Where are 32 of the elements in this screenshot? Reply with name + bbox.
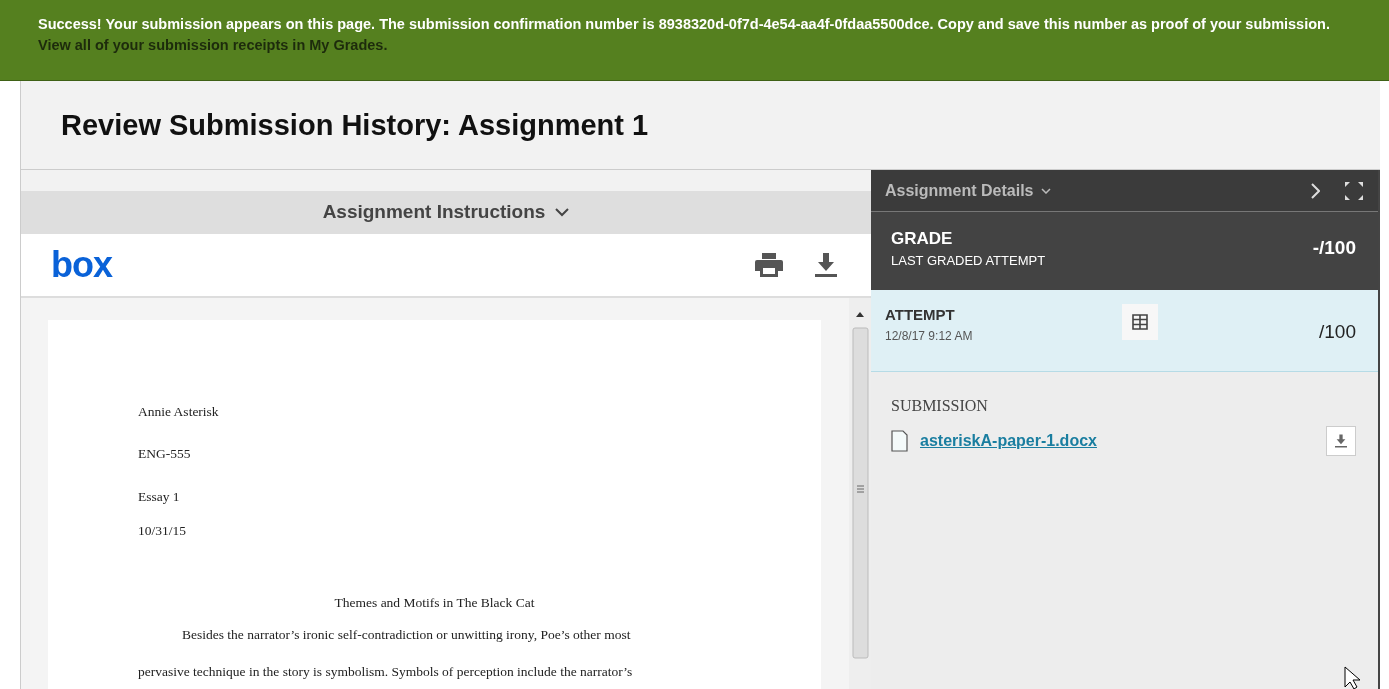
grid-icon — [1132, 314, 1149, 330]
page-title: Review Submission History: Assignment 1 — [61, 107, 649, 143]
document-line: Besides the narrator’s ironic self-contradiction or unwitting irony, Poe’s other most — [181, 626, 632, 645]
box-logo: box — [51, 247, 112, 283]
document-line: Essay 1 — [138, 487, 181, 506]
attempt-row[interactable]: ATTEMPT 12/8/17 9:12 AM /100 — [871, 290, 1378, 372]
grade-label: GRADE — [891, 227, 954, 250]
chevron-down-icon — [1041, 187, 1052, 194]
download-icon — [815, 253, 837, 278]
document-line: 10/31/15 — [138, 521, 187, 540]
file-icon — [891, 430, 908, 452]
print-icon — [755, 253, 783, 278]
grade-value: -/100 — [1312, 235, 1356, 260]
document-line: ENG-555 — [138, 445, 192, 464]
document-line: pervasive technique in the story is symbolism. Symbols of perception include the narrator’s — [138, 662, 634, 681]
chevron-right-icon[interactable] — [1310, 182, 1320, 199]
document-heading: Themes and Motifs in The Black Cat — [333, 594, 536, 612]
success-message: Success! Your submission appears on this page. The submission confirmation number is 8938320d-0f7d-4e54-aa4f-0fdaa5500dce. Copy and save this number as proof of your submission. View all of your submission receipts in My Grades. — [38, 16, 1330, 53]
document-line: Annie Asterisk — [138, 403, 220, 421]
expand-icon[interactable] — [1344, 180, 1364, 201]
attempt-score: /100 — [1319, 320, 1356, 344]
submission-label: SUBMISSION — [891, 396, 989, 416]
rubric-button[interactable] — [1122, 304, 1159, 340]
attempt-date: 12/8/17 9:12 AM — [885, 327, 973, 345]
file-link[interactable]: asteriskA-paper-1.docx — [920, 429, 1097, 453]
receipts-link[interactable]: View all of your submission receipts in My Grades. — [38, 37, 388, 53]
download-icon — [1335, 434, 1347, 448]
scrollbar[interactable] — [849, 298, 871, 689]
details-menu[interactable]: Assignment Details — [885, 178, 1052, 203]
attempt-label: ATTEMPT — [885, 305, 956, 325]
grade-sublabel: LAST GRADED ATTEMPT — [891, 252, 1046, 270]
file-download-button[interactable] — [1326, 426, 1356, 456]
